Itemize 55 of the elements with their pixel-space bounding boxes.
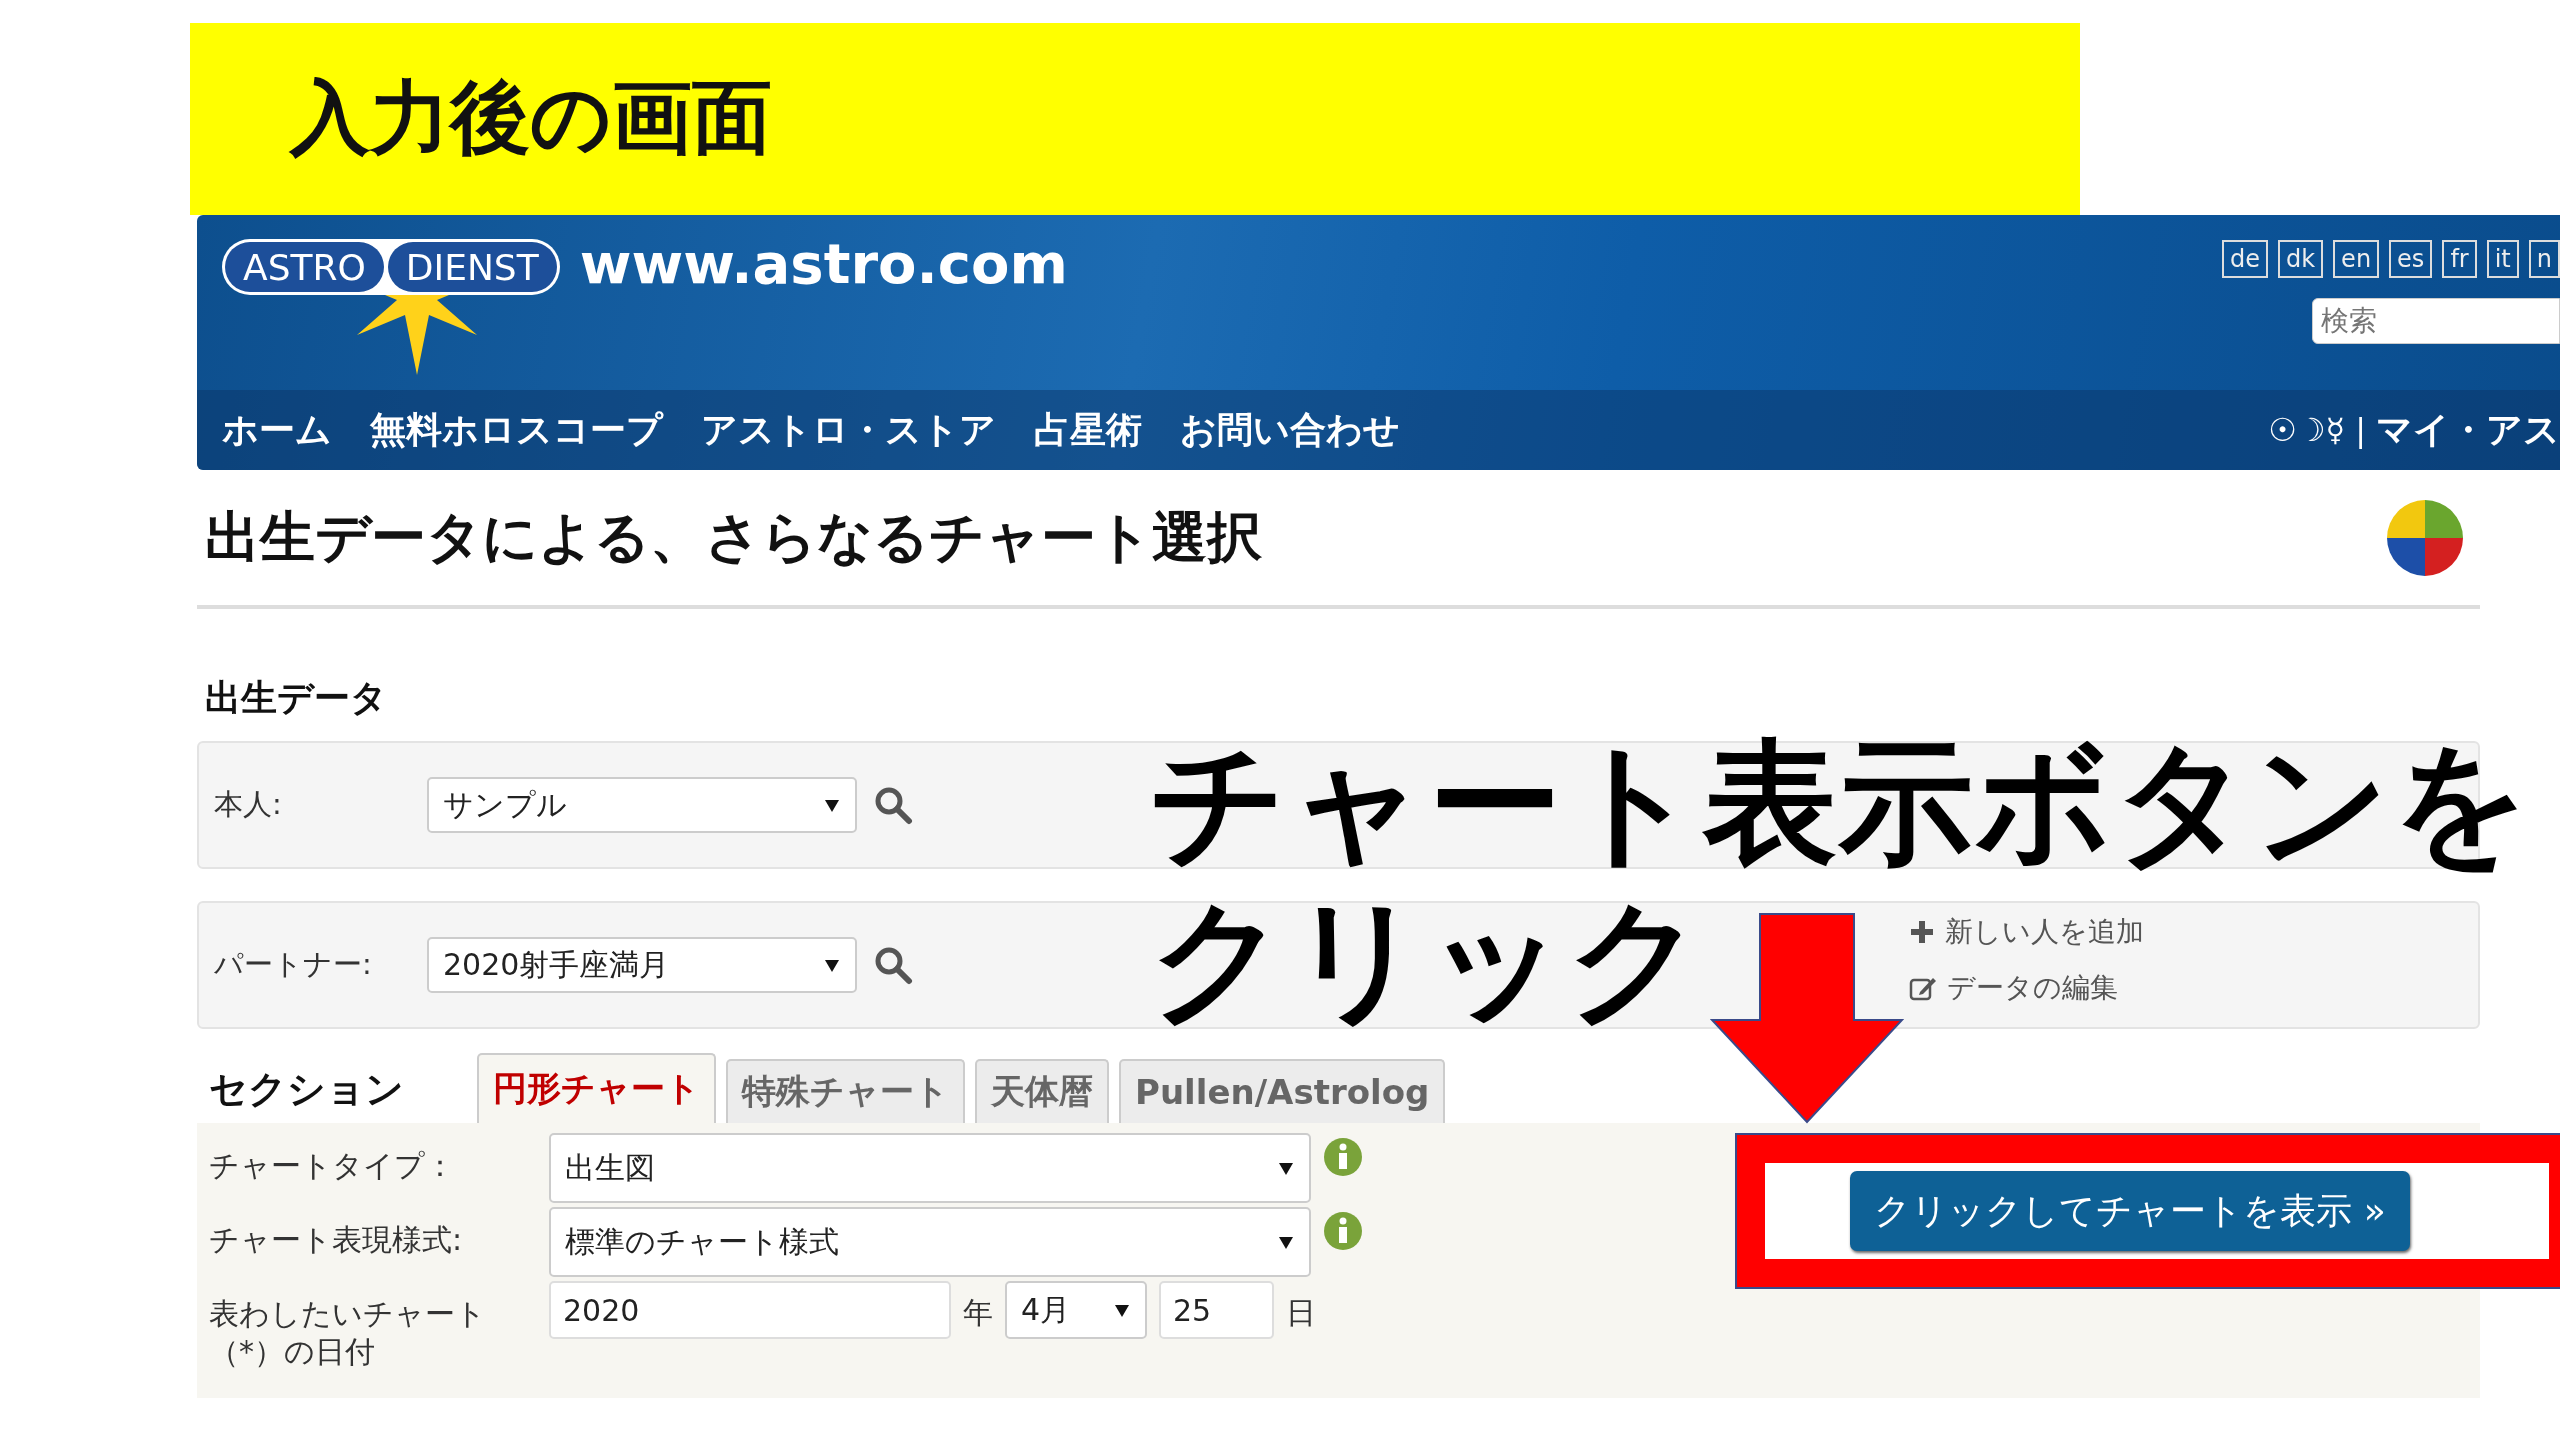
unit-label: 年 [963,1294,993,1332]
info-icon[interactable] [1323,1211,1363,1251]
tab[interactable]: 円形チャート [477,1053,716,1123]
my-astro-link[interactable]: マイ・アス [2376,405,2560,455]
search-icon[interactable] [873,785,913,825]
year-field[interactable]: 2020 [549,1281,951,1339]
logo-word: DIENST [387,242,557,292]
plus-icon [1909,919,1935,945]
language-link[interactable]: fr [2442,240,2477,278]
field-label: チャートタイプ： [209,1147,456,1185]
logo[interactable]: ASTRO DIENST [222,239,560,295]
tab[interactable]: Pullen/Astrolog [1119,1059,1446,1123]
section-label: セクション [208,1065,405,1113]
search-icon[interactable] [873,945,913,985]
person-select[interactable]: サンプル [427,777,857,833]
field-label: パートナー: [214,946,373,983]
banner-title: 入力後の画面 [290,70,772,166]
nav-item[interactable]: 占星術 [1034,405,1142,455]
dropdown[interactable]: 標準のチャート様式 [549,1207,1311,1277]
language-link[interactable]: es [2389,240,2433,278]
language-link[interactable]: it [2486,240,2519,278]
nav-item[interactable]: 無料ホロスコープ [370,405,663,455]
annotation-text: チャート表示ボタンを [1150,730,2531,878]
language-link[interactable]: n [2528,240,2560,278]
nav-item[interactable]: アストロ・ストア [701,405,996,455]
nav-item[interactable]: お問い合わせ [1180,405,1400,455]
nav-item[interactable]: ホーム [222,405,332,455]
planet-symbols: ☉☽☿ [2268,411,2346,449]
info-icon[interactable] [1323,1137,1363,1177]
language-link[interactable]: dk [2277,240,2324,278]
edit-icon [1909,975,1937,1001]
down-arrow-icon [1710,912,1904,1124]
day-field[interactable]: 25 [1159,1281,1274,1339]
section-heading: 出生データ [205,676,388,720]
search-field[interactable]: 検索 [2312,298,2560,344]
site-name[interactable]: www.astro.com [579,231,1068,296]
dropdown[interactable]: 出生図 [549,1133,1311,1203]
unit-label: 日 [1286,1294,1316,1332]
month-select[interactable]: 4月 [1005,1281,1147,1339]
tab[interactable]: 天体暦 [975,1059,1109,1123]
person-select[interactable]: 2020射手座満月 [427,937,857,993]
separator: | [2355,411,2366,449]
page-title: 出生データによる、さらなるチャート選択 [205,503,1262,571]
language-link[interactable]: en [2333,240,2380,278]
annotation-text: クリック [1150,887,1706,1035]
chart-wheel-icon [2385,497,2465,578]
field-label: 本人: [214,786,283,823]
tab[interactable]: 特殊チャート [726,1059,965,1123]
add-person-link[interactable]: 新しい人を追加 [1909,913,2144,951]
show-chart-button[interactable]: クリックしてチャートを表示 » [1850,1171,2410,1251]
edit-data-link[interactable]: データの編集 [1909,969,2144,1007]
logo-word: ASTRO [225,242,384,292]
language-link[interactable]: de [2221,240,2268,278]
field-label: 表わしたいチャート（*）の日付 [209,1295,487,1370]
field-label: チャート表現様式: [209,1221,464,1259]
